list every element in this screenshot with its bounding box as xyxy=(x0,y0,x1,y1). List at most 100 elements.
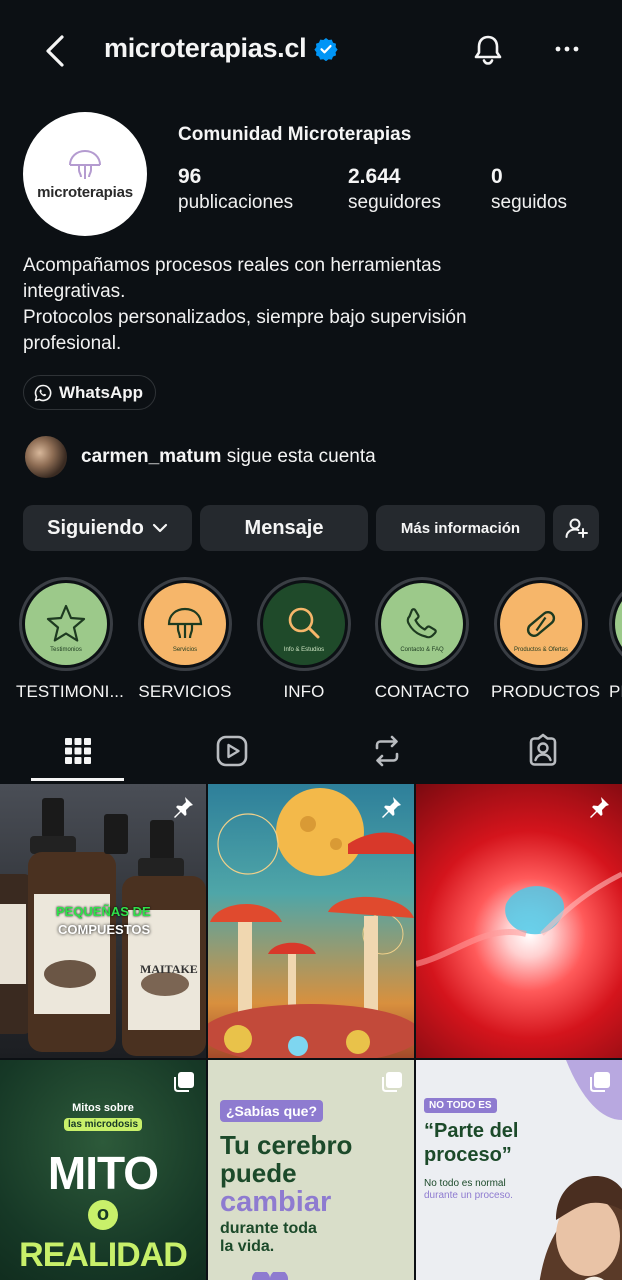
more-info-button[interactable]: Más información xyxy=(376,505,545,551)
following-button[interactable]: Siguiendo xyxy=(23,505,192,551)
stat-following[interactable]: 0 seguidos xyxy=(491,164,567,216)
post-tile[interactable] xyxy=(416,784,622,1058)
profile-bio: Acompañamos procesos reales con herramie… xyxy=(23,253,583,357)
stat-posts-label: publicaciones xyxy=(178,192,294,213)
carousel-icon xyxy=(590,1072,610,1092)
highlight-label: CONTACTO xyxy=(374,682,470,701)
highlight-ring: Contacto & FAQ xyxy=(375,577,469,671)
capsule-icon xyxy=(526,611,556,637)
post-line-1: “Parte del xyxy=(424,1120,519,1142)
post-line-4: durante toda xyxy=(220,1220,317,1237)
pinned-icon xyxy=(590,797,609,818)
mushroom-logo-icon xyxy=(69,149,101,179)
highlight-productos[interactable]: Productos & Ofertas PRODUCTOS xyxy=(491,577,601,702)
profile-screen: microterapias.cl microterapias Comunidad… xyxy=(0,0,622,1280)
message-button[interactable]: Mensaje xyxy=(200,505,368,551)
highlight-cover-caption: Info & Estudios xyxy=(283,647,325,653)
followed-by-context[interactable]: carmen_matum sigue esta cuenta xyxy=(23,434,376,480)
username-text: microterapias.cl xyxy=(104,33,307,63)
highlight-ring: Testimonios xyxy=(19,577,113,671)
mushroom-icon xyxy=(167,607,203,639)
post-line-1: Tu cerebro xyxy=(220,1130,353,1160)
suggested-users-button[interactable] xyxy=(553,505,599,551)
post-overlay-line2: COMPUESTOS xyxy=(58,922,151,937)
highlight-label: TESTIMONI... xyxy=(16,682,124,701)
post-kicker-2: las microdosis xyxy=(64,1118,142,1131)
add-user-icon xyxy=(565,518,588,538)
top-bar: microterapias.cl xyxy=(0,0,622,100)
stat-followers[interactable]: 2.644 seguidores xyxy=(348,164,441,216)
post-line-5: la vida. xyxy=(220,1238,275,1255)
carousel-icon xyxy=(382,1072,402,1092)
highlight-ring: Productos & Ofertas xyxy=(494,577,588,671)
post-image xyxy=(0,798,206,1056)
post-tile[interactable]: ¿Sabías que? Tu cerebro puede cambiar du… xyxy=(208,1060,414,1280)
verified-badge-icon xyxy=(314,37,338,61)
stat-posts[interactable]: 96 publicaciones xyxy=(178,164,293,216)
followed-by-text: carmen_matum sigue esta cuenta xyxy=(81,446,376,468)
back-arrow-icon[interactable] xyxy=(40,32,72,70)
reposts-icon[interactable] xyxy=(369,733,405,769)
profile-full-name: Comunidad Microterapias xyxy=(178,124,412,145)
stat-followers-label: seguidores xyxy=(348,192,441,213)
highlight-cover: Servicios xyxy=(144,583,226,665)
highlight-ring xyxy=(609,577,622,671)
highlight-partial[interactable]: PR xyxy=(609,577,622,702)
post-tile[interactable] xyxy=(208,784,414,1058)
highlight-label: PR xyxy=(609,682,622,701)
post-title-2: o xyxy=(88,1200,118,1230)
highlight-contacto[interactable]: Contacto & FAQ CONTACTO xyxy=(372,577,472,702)
notifications-bell-icon[interactable] xyxy=(470,32,506,68)
post-small-1: No todo es normal xyxy=(424,1178,506,1189)
pinned-icon xyxy=(174,797,193,818)
bio-line: integrativas. xyxy=(23,281,126,302)
post-tile[interactable]: Mitos sobre las microdosis MITO o REALID… xyxy=(0,1060,206,1280)
tagged-icon[interactable] xyxy=(525,733,561,769)
heart-shape xyxy=(251,1272,289,1280)
highlight-servicios[interactable]: Servicios SERVICIOS xyxy=(135,577,235,702)
post-image xyxy=(416,871,622,967)
whatsapp-link-button[interactable]: WhatsApp xyxy=(23,375,157,410)
chevron-down-icon xyxy=(152,523,167,533)
post-line-2: puede xyxy=(220,1158,297,1188)
follower-avatar xyxy=(23,434,69,480)
grid-icon[interactable] xyxy=(60,733,96,769)
more-options-icon[interactable] xyxy=(552,34,582,64)
post-tile[interactable]: PEQUEÑAS DE COMPUESTOS MAITAKE xyxy=(0,784,206,1058)
reels-icon[interactable] xyxy=(214,733,250,769)
stat-posts-value: 96 xyxy=(178,165,202,188)
posts-grid: PEQUEÑAS DE COMPUESTOS MAITAKE Mitos sob… xyxy=(0,784,622,1280)
highlight-label: PRODUCTOS xyxy=(491,682,601,701)
post-overlay-line1: PEQUEÑAS DE xyxy=(56,904,151,919)
bio-line: profesional. xyxy=(23,333,122,354)
more-info-label: Más información xyxy=(400,519,521,537)
profile-avatar[interactable]: microterapias xyxy=(23,112,147,236)
post-tag: ¿Sabías que? xyxy=(220,1100,324,1122)
magnifier-icon xyxy=(288,607,320,639)
bio-line: Protocolos personalizados, siempre bajo … xyxy=(23,307,467,328)
highlight-cover-caption: Servicios xyxy=(172,647,198,653)
highlight-cover: Info & Estudios xyxy=(263,583,345,665)
pinned-icon xyxy=(382,797,401,818)
post-kicker: Mitos sobre xyxy=(72,1102,134,1114)
highlight-testimonios[interactable]: Testimonios TESTIMONI... xyxy=(16,577,124,702)
follower-username: carmen_matum xyxy=(81,446,222,467)
highlight-cover-caption: Productos & Ofertas xyxy=(513,647,569,653)
post-line-2: proceso” xyxy=(424,1144,512,1166)
phone-icon xyxy=(406,608,437,639)
highlight-info[interactable]: Info & Estudios INFO xyxy=(254,577,354,702)
followed-by-suffix: sigue esta cuenta xyxy=(226,446,376,467)
profile-tabs xyxy=(0,725,622,783)
bottle-label-text: MAITAKE xyxy=(140,962,198,976)
post-small-2: durante un proceso. xyxy=(424,1190,513,1201)
post-title-3: REALIDAD xyxy=(19,1236,188,1274)
post-title-1: MITO xyxy=(47,1147,159,1199)
carousel-icon xyxy=(174,1072,194,1092)
highlight-cover: Productos & Ofertas xyxy=(500,583,582,665)
highlight-ring: Servicios xyxy=(138,577,232,671)
highlight-label: INFO xyxy=(283,682,325,701)
bio-line: Acompañamos procesos reales con herramie… xyxy=(23,255,442,276)
post-tile[interactable]: NO TODO ES “Parte del proceso” No todo e… xyxy=(416,1060,622,1280)
post-tag: NO TODO ES xyxy=(424,1098,497,1113)
stat-following-label: seguidos xyxy=(491,192,568,213)
